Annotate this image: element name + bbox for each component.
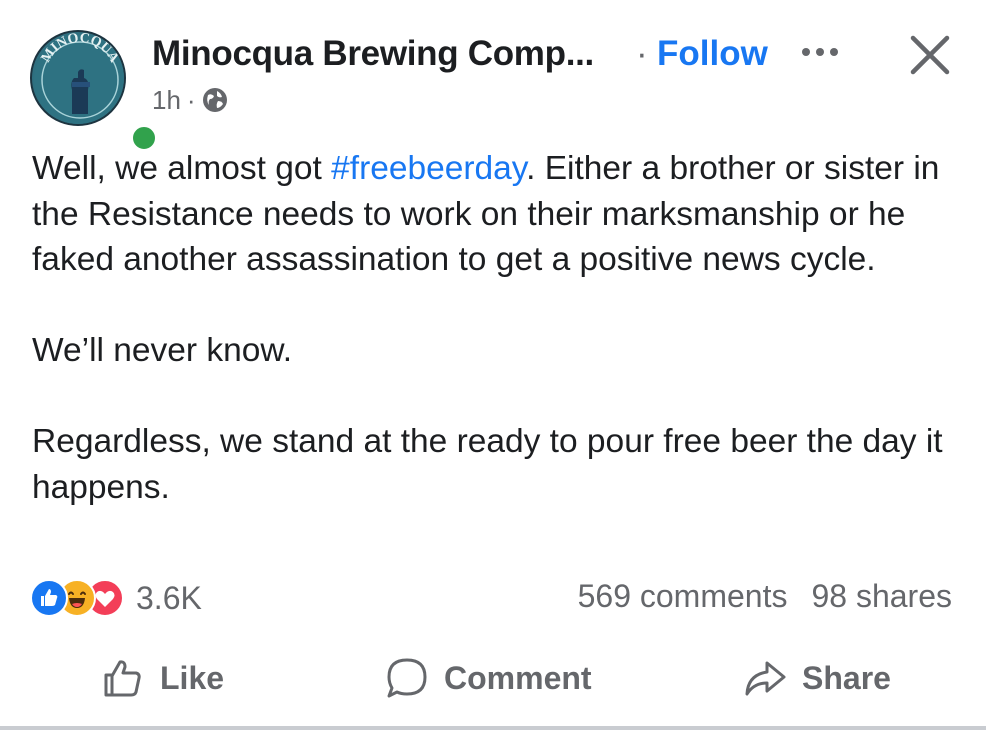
post-body: Well, we almost got #freebeerday. Either… xyxy=(32,146,962,556)
share-arrow-icon xyxy=(745,661,786,696)
reaction-summary[interactable]: 3.6K xyxy=(30,578,202,618)
post-paragraph-1: Well, we almost got #freebeerday. Either… xyxy=(32,146,962,283)
hashtag-link[interactable]: #freebeerday xyxy=(331,150,526,187)
more-options-icon[interactable] xyxy=(798,42,842,62)
page-avatar[interactable]: MINOCQUA xyxy=(30,30,159,153)
post-paragraph-3: Regardless, we stand at the ready to pou… xyxy=(32,423,943,506)
brewery-logo-icon: MINOCQUA xyxy=(34,32,124,124)
like-button[interactable]: Like xyxy=(100,650,224,706)
name-separator: · xyxy=(636,34,648,73)
engagement-stats: 569 comments 98 shares xyxy=(578,578,952,615)
share-count-link[interactable]: 98 shares xyxy=(811,578,952,615)
share-button[interactable]: Share xyxy=(742,650,891,706)
bottom-divider xyxy=(0,726,986,730)
close-icon[interactable] xyxy=(907,32,953,78)
share-label: Share xyxy=(802,659,891,696)
comment-count-link[interactable]: 569 comments xyxy=(578,578,788,615)
facebook-post: MINOCQUA Minocqua Brewing Comp... · Foll… xyxy=(0,0,986,744)
post-timestamp[interactable]: 1h xyxy=(152,85,181,116)
action-bar: Like Comment Share xyxy=(0,650,986,706)
follow-button[interactable]: Follow xyxy=(657,34,768,74)
like-reaction-icon xyxy=(30,579,68,617)
avatar-image: MINOCQUA xyxy=(30,30,126,126)
comment-bubble-icon xyxy=(387,658,427,698)
meta-separator: · xyxy=(186,84,196,115)
globe-icon[interactable] xyxy=(202,87,228,113)
reaction-count: 3.6K xyxy=(136,579,202,616)
page-name-link[interactable]: Minocqua Brewing Comp... xyxy=(152,34,594,74)
comment-label: Comment xyxy=(444,659,592,696)
post-paragraph-2: We’ll never know. xyxy=(32,332,293,369)
like-label: Like xyxy=(160,659,225,696)
comment-button[interactable]: Comment xyxy=(384,650,592,706)
thumbs-up-icon xyxy=(104,660,141,697)
paragraph-1-start: Well, we almost got xyxy=(32,150,332,187)
post-meta: 1h · xyxy=(152,84,228,116)
